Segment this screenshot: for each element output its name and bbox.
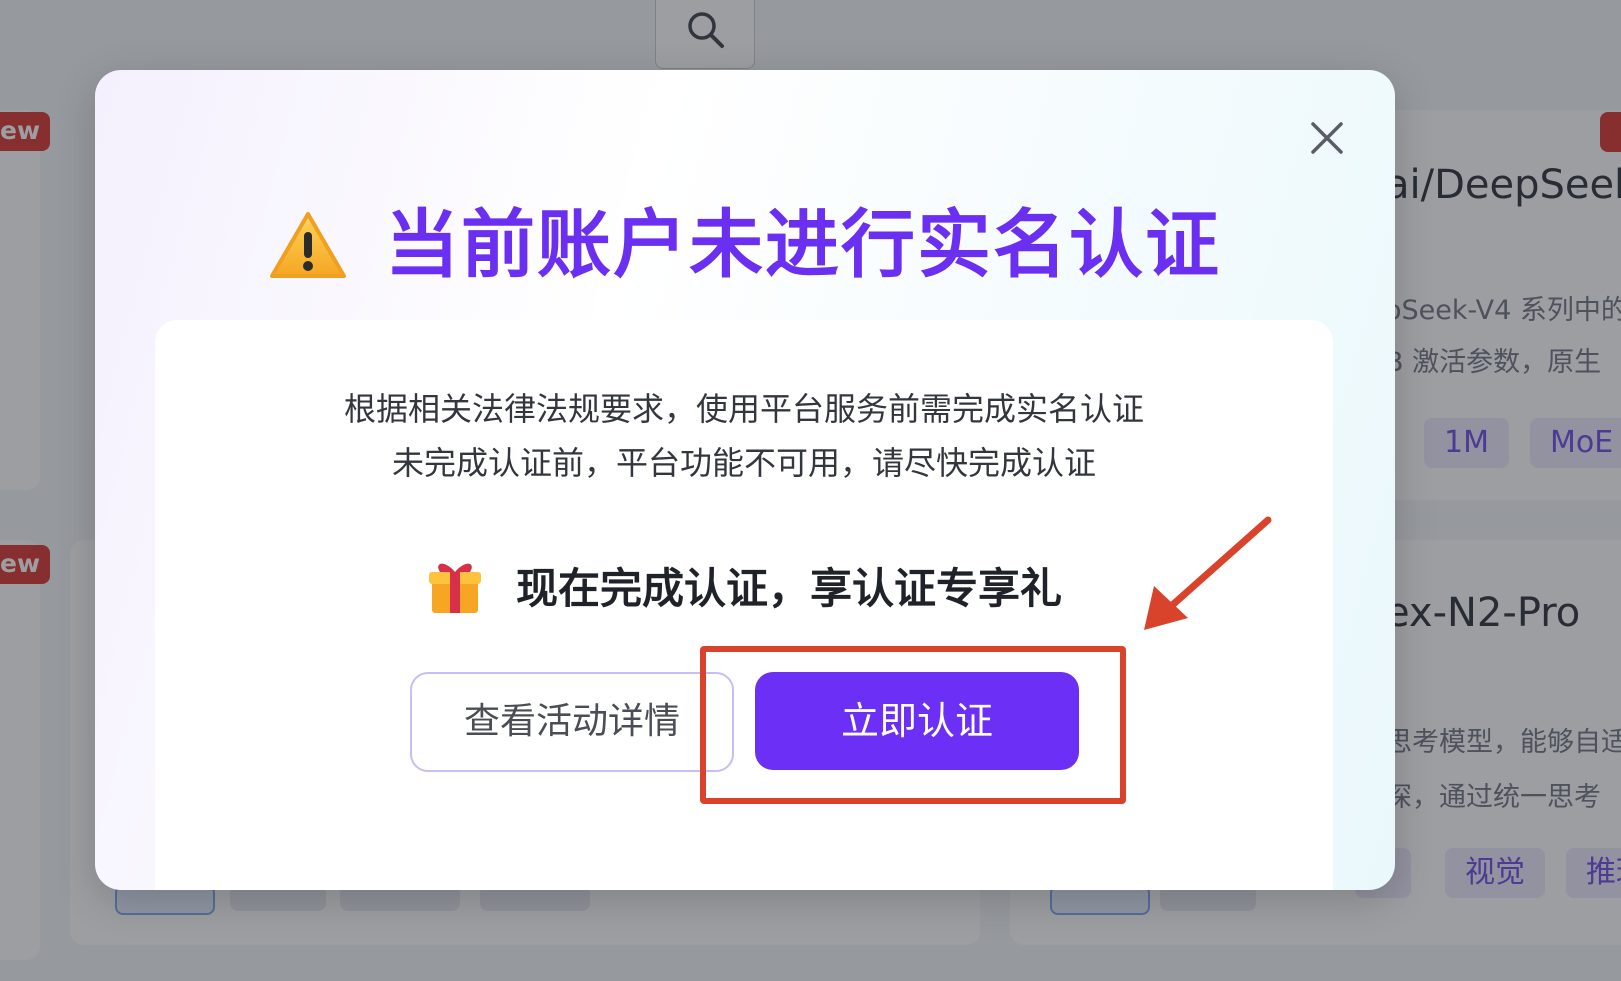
gift-text: 现在完成认证，享认证专享礼 xyxy=(515,563,1062,613)
annotation-arrow-icon xyxy=(1144,516,1272,630)
close-icon xyxy=(1311,122,1343,154)
gift-icon xyxy=(428,563,481,613)
view-activity-details-button[interactable]: 查看活动详情 xyxy=(410,672,734,772)
description-line: 根据相关法律法规要求，使用平台服务前需完成实名认证 xyxy=(343,390,1144,428)
close-button[interactable] xyxy=(1307,118,1347,158)
modal-title: 当前账户未进行实名认证 xyxy=(385,202,1221,288)
warning-icon xyxy=(270,212,346,278)
modal-header: 当前账户未进行实名认证 xyxy=(95,195,1395,295)
description-line: 未完成认证前，平台功能不可用，请尽快完成认证 xyxy=(391,444,1096,482)
annotation-highlight-box xyxy=(700,646,1126,804)
